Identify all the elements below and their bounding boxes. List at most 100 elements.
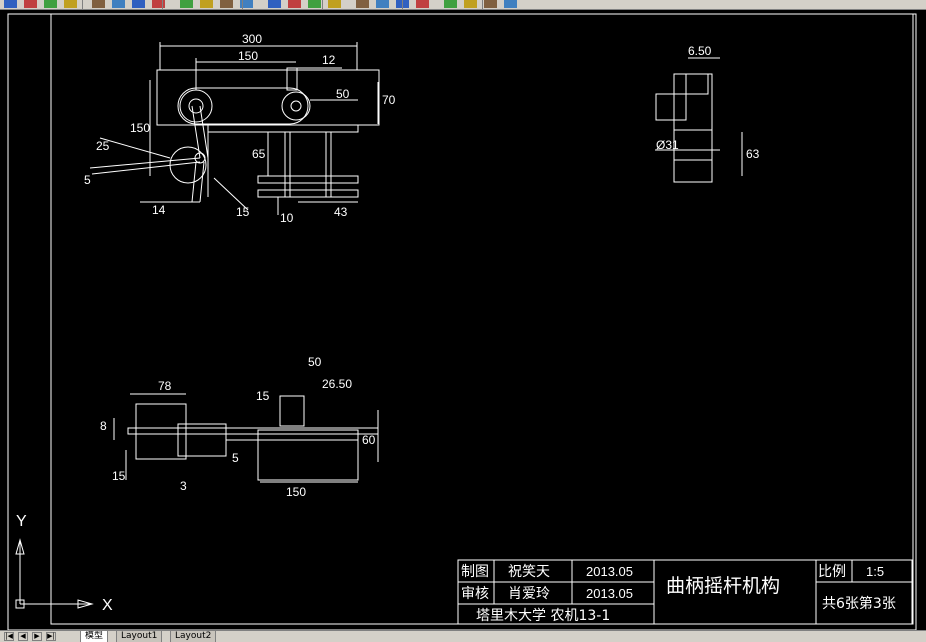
toolbar-separator [482,0,483,9]
rocker-2 [91,161,201,175]
dim-50-front: 50 [308,355,322,369]
rocker-1 [89,157,201,169]
standard-toolbar [0,0,926,10]
dim-70: 70 [382,93,396,107]
dim-15-front-a: 15 [112,469,126,483]
dim-10: 10 [280,211,294,225]
toolbar-separator [82,0,83,9]
dim-65: 65 [252,147,266,161]
dim-14: 14 [152,203,166,217]
front-view[interactable] [113,393,379,483]
redo-icon[interactable] [200,0,213,8]
toolbar-separator [402,0,403,9]
slider-block [286,67,298,91]
help-icon[interactable] [444,0,457,8]
open-icon[interactable] [4,0,17,8]
dim-63: 63 [746,147,760,161]
side-block [685,73,709,95]
layer-previous-icon[interactable] [504,0,517,8]
side-motor [655,93,687,121]
undo-icon[interactable] [180,0,193,8]
preview-icon[interactable] [64,0,77,8]
dim-R25: 25 [96,139,110,153]
next-tab-button[interactable]: ▶ [32,632,42,641]
zoom-window-icon[interactable] [268,0,281,8]
tool-palette-icon[interactable] [356,0,369,8]
drawn-by-name: 祝笑天 [508,564,550,580]
dim-3: 3 [180,479,187,493]
layout-tabs-bar: |◀ ◀ ▶ ▶| 模型 Layout1 Layout2 [0,630,926,642]
dim-line-R25 [99,137,171,159]
dim-50-top: 50 [336,87,350,101]
dim-5-top: 5 [84,173,91,187]
link-1 [191,105,201,159]
drawing-title: 曲柄摇杆机构 [666,575,780,597]
belt-slot [177,87,309,125]
pulley [281,91,311,121]
prev-tab-button[interactable]: ◀ [18,632,28,641]
layer-icon[interactable] [464,0,477,8]
dim-150-front: 150 [286,485,306,499]
dim-6-50: 6.50 [688,44,712,58]
scale-value: 1:5 [866,564,884,579]
front-slider [279,395,305,427]
paste-icon[interactable] [132,0,145,8]
dim-78: 78 [158,379,172,393]
dim-60: 60 [362,433,376,447]
drawing-canvas[interactable]: 300 150 12 50 70 150 25 5 65 14 15 10 43… [0,10,926,630]
cut-icon[interactable] [92,0,105,8]
dim-150-vert: 150 [130,121,150,135]
dim-150-top: 150 [238,49,258,63]
properties-icon[interactable] [308,0,321,8]
side-frame [673,73,713,183]
checked-by-name: 肖爱玲 [508,586,550,602]
dim-12: 12 [322,53,336,67]
design-center-icon[interactable] [328,0,341,8]
tab-model[interactable]: 模型 [80,631,109,642]
dim-43: 43 [334,205,348,219]
pulley-hub [290,100,302,112]
drawn-by-label: 制图 [461,564,489,580]
checked-by-label: 审核 [461,586,489,602]
base-rail [207,124,359,133]
zoom-previous-icon[interactable] [288,0,301,8]
layer-state-icon[interactable] [484,0,497,8]
lower-rail-2 [257,189,359,198]
dim-300: 300 [242,32,262,46]
toolbar-separator [162,0,163,9]
dim-15-top: 15 [236,205,250,219]
dim-15-front-b: 15 [256,389,270,403]
front-crank [177,423,227,457]
dim-8: 8 [100,419,107,433]
dim-26-50: 26.50 [322,377,352,391]
side-view[interactable] [655,57,743,183]
pan-icon[interactable] [220,0,233,8]
scale-label: 比例 [818,564,846,580]
crank-wheel [179,89,213,123]
toolbar-separator [242,0,243,9]
front-base [257,429,359,481]
first-tab-button[interactable]: |◀ [4,632,14,641]
outer-frame [7,13,917,630]
tab-layout2[interactable]: Layout2 [170,631,217,642]
ucs-y-label: Y [16,513,27,530]
save-icon[interactable] [24,0,37,8]
match-icon[interactable] [152,0,165,8]
front-shaft [127,427,379,435]
check-date: 2013.05 [586,586,633,601]
ucs-icon [15,538,94,609]
toolbar-separator [322,0,323,9]
school-class: 塔里木大学 农机13-1 [476,608,610,624]
tab-layout1[interactable]: Layout1 [116,631,163,642]
drawn-date: 2013.05 [586,564,633,579]
leg-2 [199,161,205,203]
calculator-icon[interactable] [416,0,429,8]
link-2 [199,105,209,159]
plot-icon[interactable] [44,0,57,8]
sheet-set-icon[interactable] [376,0,389,8]
copy-icon[interactable] [112,0,125,8]
dim-5-front: 5 [232,451,239,465]
ucs-x-label: X [102,597,113,614]
lower-rail [257,175,359,184]
last-tab-button[interactable]: ▶| [46,632,56,641]
